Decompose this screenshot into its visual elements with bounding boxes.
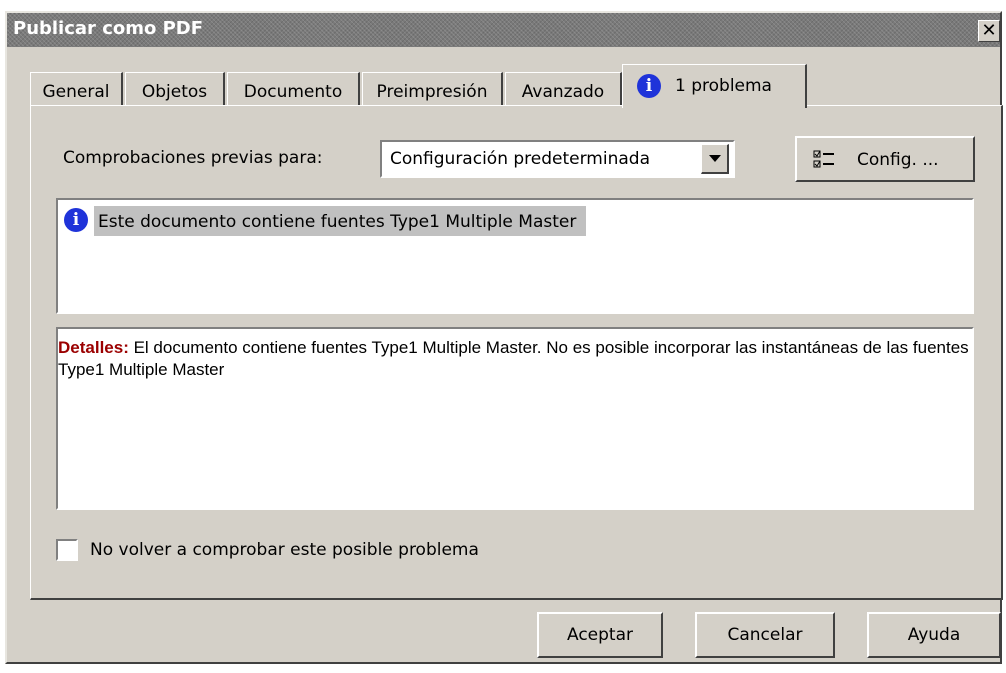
tab-problema-label: 1 problema <box>675 76 772 96</box>
recheck-checkbox[interactable] <box>56 539 78 561</box>
problems-list[interactable]: i Este documento contiene fuentes Type1 … <box>56 198 974 314</box>
tab-documento[interactable]: Documento <box>227 72 360 106</box>
help-button-label: Ayuda <box>907 625 961 645</box>
cancel-button[interactable]: Cancelar <box>695 612 835 658</box>
tab-problema[interactable]: i 1 problema <box>622 64 807 108</box>
close-button[interactable]: ✕ <box>978 20 1000 42</box>
chevron-down-icon[interactable] <box>701 144 729 174</box>
tab-documento-label: Documento <box>243 82 343 102</box>
help-button[interactable]: Ayuda <box>867 612 1001 658</box>
config-button[interactable]: Config. ... <box>795 136 975 182</box>
close-icon: ✕ <box>981 20 997 41</box>
preflight-profile-value: Configuración predeterminada <box>390 149 650 169</box>
ok-button[interactable]: Aceptar <box>537 612 663 658</box>
config-button-label: Config. ... <box>857 150 939 170</box>
tab-avanzado[interactable]: Avanzado <box>505 72 622 106</box>
checklist-icon <box>813 150 834 168</box>
tab-general-label: General <box>42 82 110 102</box>
preflight-label: Comprobaciones previas para: <box>63 148 323 168</box>
info-icon: i <box>637 74 661 98</box>
ok-button-label: Aceptar <box>567 625 633 645</box>
dialog-title: Publicar como PDF <box>13 18 204 39</box>
recheck-checkbox-label[interactable]: No volver a comprobar este posible probl… <box>90 540 479 560</box>
cancel-button-label: Cancelar <box>727 625 803 645</box>
details-text: El documento contiene fuentes Type1 Mult… <box>58 338 969 379</box>
details-label: Detalles: <box>58 338 129 357</box>
tab-preimpresion-label: Preimpresión <box>376 82 488 102</box>
tab-objetos-label: Objetos <box>141 82 208 102</box>
tab-general[interactable]: General <box>30 72 123 106</box>
tab-objetos[interactable]: Objetos <box>125 72 225 106</box>
title-bar[interactable]: Publicar como PDF ✕ <box>7 13 1000 47</box>
preflight-profile-select[interactable]: Configuración predeterminada <box>380 140 735 178</box>
info-icon: i <box>64 208 88 232</box>
tab-avanzado-label: Avanzado <box>521 82 605 102</box>
details-box: Detalles: El documento contiene fuentes … <box>56 327 974 510</box>
tab-preimpresion[interactable]: Preimpresión <box>362 72 503 106</box>
problem-text: Este documento contiene fuentes Type1 Mu… <box>94 206 587 236</box>
